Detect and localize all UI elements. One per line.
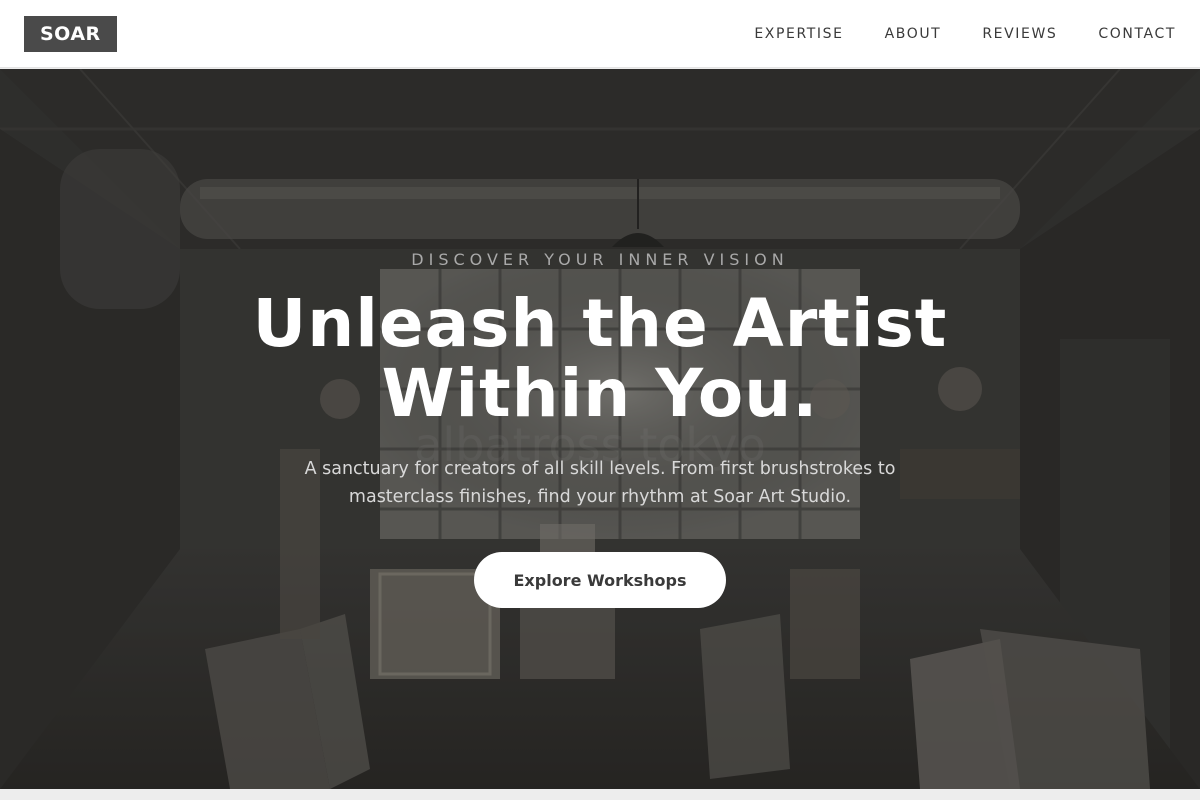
- nav-link-contact[interactable]: CONTACT: [1098, 26, 1176, 42]
- nav-link-expertise[interactable]: EXPERTISE: [754, 26, 843, 42]
- hero-eyebrow: DISCOVER YOUR INNER VISION: [411, 250, 789, 269]
- hero-headline: Unleash the Artist Within You.: [252, 285, 948, 432]
- nav-link-reviews[interactable]: REVIEWS: [982, 26, 1057, 42]
- hero-content: DISCOVER YOUR INNER VISION Unleash the A…: [0, 69, 1200, 789]
- soar-logo[interactable]: SOAR: [24, 15, 117, 52]
- nav-link-about[interactable]: ABOUT: [885, 26, 942, 42]
- hero-subtext: A sanctuary for creators of all skill le…: [304, 459, 896, 507]
- main-nav: EXPERTISE ABOUT REVIEWS CONTACT: [754, 26, 1176, 42]
- page-bottom-edge: [0, 789, 1200, 800]
- top-navigation: SOAR EXPERTISE ABOUT REVIEWS CONTACT: [0, 0, 1200, 68]
- explore-workshops-button[interactable]: Explore Workshops: [474, 552, 726, 608]
- hero-section: albatross tokyo DISCOVER YOUR INNER VISI…: [0, 69, 1200, 789]
